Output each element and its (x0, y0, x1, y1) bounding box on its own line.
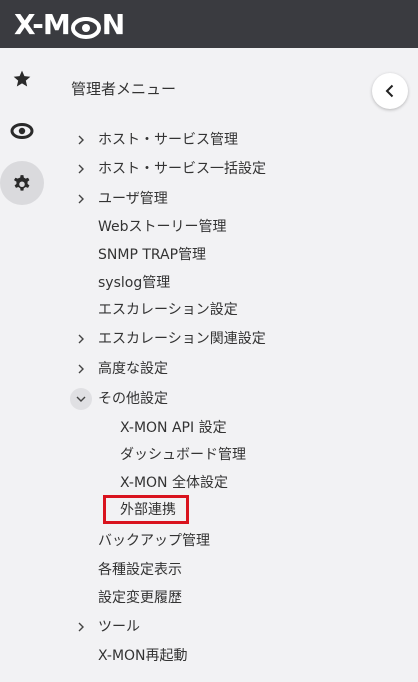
top-bar: X-M N (0, 0, 418, 48)
star-icon (13, 70, 31, 87)
menu-item-restart[interactable]: X-MON再起動 (98, 644, 188, 668)
chevron-right-icon[interactable] (73, 615, 89, 639)
menu-item-other-settings[interactable]: その他設定 (98, 387, 168, 411)
menu-item-tools[interactable]: ツール (98, 615, 140, 639)
menu-item-web-story[interactable]: Webストーリー管理 (98, 215, 227, 239)
favorites-button[interactable] (0, 57, 44, 101)
menu-item-change-history[interactable]: 設定変更履歴 (98, 586, 182, 610)
menu-item-escalation-related[interactable]: エスカレーション関連設定 (98, 327, 266, 351)
eye-icon (10, 123, 34, 139)
submenu-item-dashboard[interactable]: ダッシュボード管理 (120, 443, 246, 467)
chevron-right-icon[interactable] (73, 157, 89, 181)
submenu-item-external-integration[interactable]: 外部連携 (120, 498, 176, 522)
submenu-item-global[interactable]: X-MON 全体設定 (120, 471, 228, 495)
chevron-right-icon[interactable] (73, 327, 89, 351)
menu-item-syslog[interactable]: syslog管理 (98, 271, 170, 295)
menu-item-escalation[interactable]: エスカレーション設定 (98, 298, 238, 322)
chevron-right-icon[interactable] (73, 187, 89, 211)
collapse-sidebar-button[interactable] (372, 73, 408, 109)
submenu-item-api[interactable]: X-MON API 設定 (120, 416, 227, 440)
chevron-right-icon[interactable] (73, 128, 89, 152)
menu-item-backup[interactable]: バックアップ管理 (98, 529, 210, 553)
menu-item-snmp-trap[interactable]: SNMP TRAP管理 (98, 243, 206, 267)
admin-menu-title: 管理者メニュー (71, 80, 177, 98)
menu-item-settings-view[interactable]: 各種設定表示 (98, 558, 182, 582)
menu-item-host-service-bulk[interactable]: ホスト・サービス一括設定 (98, 157, 266, 181)
settings-button[interactable] (0, 161, 44, 205)
logo-eye-icon (70, 13, 101, 39)
menu-item-advanced[interactable]: 高度な設定 (98, 357, 168, 381)
chevron-right-icon[interactable] (73, 357, 89, 381)
menu-item-user-management[interactable]: ユーザ管理 (98, 187, 168, 211)
chevron-left-icon (385, 84, 394, 98)
chevron-down-icon[interactable] (70, 388, 92, 410)
gear-icon (14, 175, 30, 191)
xmon-logo[interactable]: X-M N (14, 4, 125, 44)
logo-text-right: N (101, 7, 125, 41)
monitor-button[interactable] (0, 109, 44, 153)
icon-rail (0, 48, 46, 682)
logo-text-left: X-M (14, 7, 71, 41)
menu-item-host-service[interactable]: ホスト・サービス管理 (98, 128, 238, 152)
